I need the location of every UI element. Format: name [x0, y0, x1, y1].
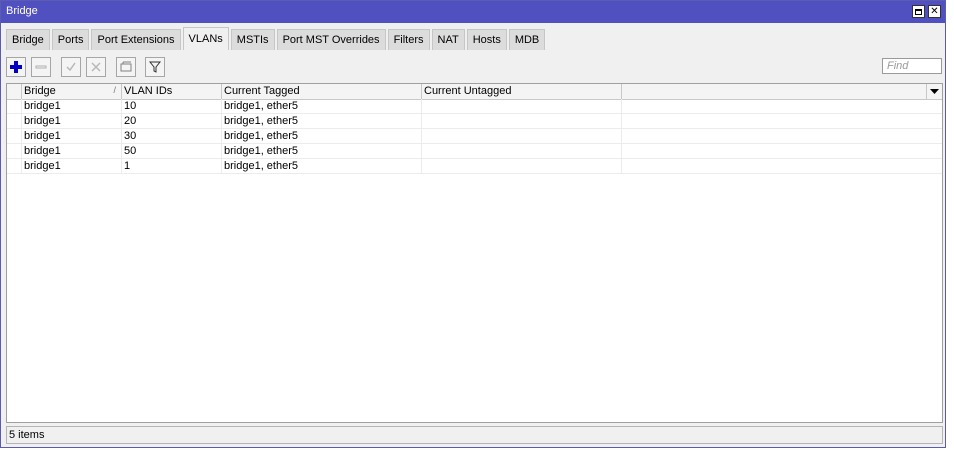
- remove-icon: [35, 65, 47, 69]
- table-row[interactable]: bridge1 10 bridge1, ether5: [7, 99, 942, 114]
- comment-button[interactable]: [116, 57, 136, 77]
- header-vlan-ids[interactable]: VLAN IDs: [122, 84, 222, 99]
- remove-button[interactable]: [31, 57, 51, 77]
- table-row[interactable]: bridge1 20 bridge1, ether5: [7, 114, 942, 129]
- cell-current-tagged: bridge1, ether5: [222, 99, 422, 113]
- filter-button[interactable]: [145, 57, 165, 77]
- disable-button[interactable]: [86, 57, 106, 77]
- title-bar[interactable]: Bridge ✕: [1, 1, 945, 23]
- cell-current-tagged: bridge1, ether5: [222, 144, 422, 158]
- cell-bridge: bridge1: [22, 99, 122, 113]
- cell-current-tagged: bridge1, ether5: [222, 159, 422, 173]
- add-button[interactable]: [6, 57, 26, 77]
- header-bridge[interactable]: Bridge /: [22, 84, 122, 99]
- tab-port-extensions[interactable]: Port Extensions: [91, 29, 181, 50]
- header-bridge-label: Bridge: [24, 85, 56, 97]
- row-selector[interactable]: [7, 159, 22, 173]
- tab-mdb[interactable]: MDB: [508, 29, 546, 50]
- find-input[interactable]: Find: [882, 58, 942, 74]
- table-header: Bridge / VLAN IDs Current Tagged Current…: [7, 84, 942, 100]
- close-icon[interactable]: ✕: [928, 5, 941, 18]
- cell-bridge: bridge1: [22, 144, 122, 158]
- cell-vlan-ids: 50: [122, 144, 222, 158]
- cell-vlan-ids: 1: [122, 159, 222, 173]
- toolbar: Find: [6, 57, 942, 79]
- table-row[interactable]: bridge1 30 bridge1, ether5: [7, 129, 942, 144]
- cell-vlan-ids: 10: [122, 99, 222, 113]
- header-filler: [622, 84, 927, 99]
- tab-filters[interactable]: Filters: [387, 29, 430, 50]
- tab-mstis[interactable]: MSTIs: [230, 29, 275, 50]
- tab-ports[interactable]: Ports: [51, 29, 90, 50]
- add-icon: [10, 61, 22, 73]
- row-selector[interactable]: [7, 129, 22, 143]
- maximize-icon[interactable]: [912, 5, 925, 18]
- cell-current-untagged: [422, 114, 622, 128]
- cell-bridge: bridge1: [22, 159, 122, 173]
- header-selector[interactable]: [7, 84, 22, 99]
- row-selector[interactable]: [7, 114, 22, 128]
- row-selector[interactable]: [7, 99, 22, 113]
- cell-current-untagged: [422, 159, 622, 173]
- cell-vlan-ids: 20: [122, 114, 222, 128]
- tab-bridge[interactable]: Bridge: [6, 29, 50, 50]
- column-menu-button[interactable]: [927, 84, 942, 99]
- sort-indicator-icon: /: [113, 85, 116, 95]
- cell-bridge: bridge1: [22, 129, 122, 143]
- cell-current-untagged: [422, 129, 622, 143]
- cell-current-untagged: [422, 144, 622, 158]
- cell-vlan-ids: 30: [122, 129, 222, 143]
- bridge-window: Bridge ✕ Bridge Ports Port Extensions VL…: [0, 0, 946, 448]
- status-bar: 5 items: [6, 426, 943, 444]
- cell-current-untagged: [422, 99, 622, 113]
- cell-current-tagged: bridge1, ether5: [222, 129, 422, 143]
- window-title: Bridge: [6, 5, 38, 17]
- cell-bridge: bridge1: [22, 114, 122, 128]
- tab-nat[interactable]: NAT: [431, 29, 465, 50]
- header-current-tagged[interactable]: Current Tagged: [222, 84, 422, 99]
- disable-icon: [91, 62, 101, 72]
- tab-vlans[interactable]: VLANs: [182, 27, 229, 50]
- header-current-untagged[interactable]: Current Untagged: [422, 84, 622, 99]
- item-count: 5 items: [9, 429, 45, 441]
- tab-bar: Bridge Ports Port Extensions VLANs MSTIs…: [6, 27, 547, 51]
- filter-icon: [148, 61, 162, 73]
- cell-current-tagged: bridge1, ether5: [222, 114, 422, 128]
- tab-hosts[interactable]: Hosts: [466, 29, 507, 50]
- vlan-table: Bridge / VLAN IDs Current Tagged Current…: [6, 83, 943, 423]
- chevron-down-icon: [930, 88, 939, 94]
- enable-icon: [66, 62, 76, 72]
- table-row[interactable]: bridge1 1 bridge1, ether5: [7, 159, 942, 174]
- table-row[interactable]: bridge1 50 bridge1, ether5: [7, 144, 942, 159]
- enable-button[interactable]: [61, 57, 81, 77]
- tab-port-mst-overrides[interactable]: Port MST Overrides: [276, 29, 386, 50]
- comment-icon: [120, 61, 132, 72]
- row-selector[interactable]: [7, 144, 22, 158]
